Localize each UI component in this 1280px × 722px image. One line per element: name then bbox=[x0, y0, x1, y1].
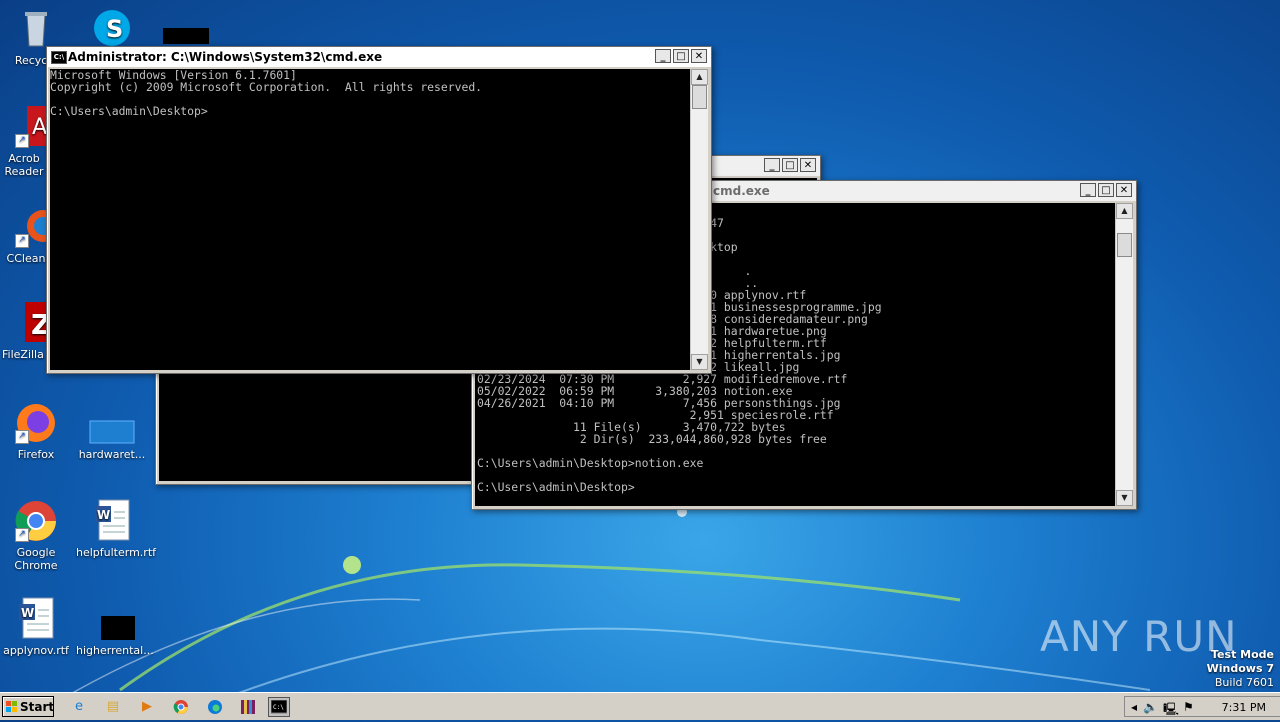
desktop-icon-chrome[interactable]: ↗ Google Chrome bbox=[0, 498, 72, 572]
console-output[interactable]: Microsoft Windows [Version 6.1.7601] Copy… bbox=[50, 69, 691, 370]
desktop-icon-label: Firefox bbox=[17, 448, 55, 461]
svg-text:A: A bbox=[32, 115, 47, 140]
minimize-button[interactable]: _ bbox=[655, 49, 671, 63]
shortcut-arrow-icon: ↗ bbox=[15, 134, 29, 148]
window-title: cmd.exe bbox=[713, 184, 770, 198]
console-line: Copyright (c) 2009 Microsoft Corporation… bbox=[50, 80, 483, 94]
media-player-icon[interactable]: ▶ bbox=[136, 697, 158, 717]
svg-text:C:\: C:\ bbox=[273, 704, 284, 711]
scroll-down-button[interactable]: ▼ bbox=[691, 354, 708, 370]
cmd-window-front[interactable]: C:\ Administrator: C:\Windows\System32\c… bbox=[46, 46, 712, 374]
desktop-icon-higherrentals[interactable]: higherrental... bbox=[76, 596, 154, 657]
desktop-icon-label: higherrental... bbox=[76, 644, 154, 657]
desktop-icon-label: Acrob Reader bbox=[4, 152, 44, 178]
edge-icon[interactable] bbox=[204, 697, 226, 717]
desktop-icon-firefox[interactable]: ↗ Firefox bbox=[0, 400, 72, 461]
explorer-icon[interactable]: ▤ bbox=[102, 697, 124, 717]
clock[interactable]: 7:31 PM bbox=[1222, 701, 1266, 714]
cmd-icon: C:\ bbox=[51, 51, 67, 64]
action-center-flag-icon[interactable]: ⚑ bbox=[1183, 700, 1194, 714]
shortcut-arrow-icon: ↗ bbox=[15, 528, 29, 542]
desktop-icon-hardwaretue[interactable]: hardwaret... bbox=[76, 400, 148, 461]
test-mode-label: Test Mode bbox=[1211, 648, 1274, 661]
scroll-thumb[interactable] bbox=[692, 85, 707, 109]
word-document-icon: W bbox=[13, 596, 59, 642]
image-file-icon bbox=[89, 596, 147, 642]
windows-version-label: Windows 7 bbox=[1206, 662, 1274, 675]
window-title: Administrator: C:\Windows\System32\cmd.e… bbox=[68, 50, 383, 64]
desktop-icon-helpfulterm[interactable]: W helpfulterm.rtf bbox=[76, 498, 157, 559]
close-button[interactable]: ✕ bbox=[800, 158, 816, 172]
taskbar: Start e ▤ ▶ C:\ ◂ 🔈 🖳 ⚑ 7:31 PM bbox=[0, 692, 1280, 720]
chrome-icon: ↗ bbox=[13, 498, 59, 544]
svg-text:S: S bbox=[106, 15, 123, 43]
word-document-icon: W bbox=[89, 498, 135, 544]
svg-text:W: W bbox=[21, 606, 34, 620]
desktop-icon-label: CClean bbox=[6, 252, 46, 265]
maximize-button[interactable]: □ bbox=[673, 49, 689, 63]
image-file-icon bbox=[89, 400, 135, 446]
console-line: C:\Users\admin\Desktop> bbox=[50, 104, 208, 118]
desktop-icon-applynov[interactable]: W applynov.rtf bbox=[0, 596, 72, 657]
ie-icon[interactable]: e bbox=[68, 697, 90, 717]
scroll-thumb[interactable] bbox=[1117, 233, 1132, 257]
vertical-scrollbar[interactable]: ▲ ▼ bbox=[690, 69, 708, 370]
chrome-icon[interactable] bbox=[170, 697, 192, 717]
volume-icon[interactable]: 🔈 bbox=[1143, 700, 1158, 714]
console-line: 2 Dir(s) 233,044,860,928 bytes free bbox=[477, 432, 827, 446]
desktop-icon-label: Google Chrome bbox=[14, 546, 58, 572]
window-controls: _ □ ✕ bbox=[764, 158, 816, 172]
start-label: Start bbox=[20, 700, 55, 714]
minimize-button[interactable]: _ bbox=[764, 158, 780, 172]
window-titlebar[interactable]: C:\ Administrator: C:\Windows\System32\c… bbox=[47, 47, 711, 67]
network-icon[interactable]: 🖳 bbox=[1163, 700, 1179, 721]
black-box-icon bbox=[163, 28, 209, 44]
console-line: C:\Users\admin\Desktop>notion.exe bbox=[477, 456, 704, 470]
cmd-icon[interactable]: C:\ bbox=[268, 697, 290, 717]
window-controls: _ □ ✕ bbox=[1080, 183, 1132, 197]
desktop-icon-label: FileZilla C bbox=[2, 348, 46, 361]
expand-tray-icon[interactable]: ◂ bbox=[1131, 700, 1137, 714]
shortcut-arrow-icon: ↗ bbox=[15, 430, 29, 444]
scroll-up-button[interactable]: ▲ bbox=[691, 69, 708, 85]
desktop-icon-label: helpfulterm.rtf bbox=[76, 546, 157, 559]
scroll-up-button[interactable]: ▲ bbox=[1116, 203, 1133, 219]
scroll-down-button[interactable]: ▼ bbox=[1116, 490, 1133, 506]
start-button[interactable]: Start bbox=[2, 696, 54, 717]
winrar-icon[interactable] bbox=[237, 697, 259, 717]
firefox-icon: ↗ bbox=[13, 400, 59, 446]
maximize-button[interactable]: □ bbox=[782, 158, 798, 172]
build-label: Build 7601 bbox=[1214, 676, 1274, 689]
close-button[interactable]: ✕ bbox=[691, 49, 707, 63]
console-line: C:\Users\admin\Desktop> bbox=[477, 480, 635, 494]
desktop-icon-label: hardwaret... bbox=[78, 448, 146, 461]
svg-text:W: W bbox=[97, 508, 110, 522]
desktop-icon-label: applynov.rtf bbox=[3, 644, 69, 657]
shortcut-arrow-icon: ↗ bbox=[15, 234, 29, 248]
window-controls: _ □ ✕ bbox=[655, 49, 707, 63]
os-build-info: Test Mode Windows 7 Build 7601 bbox=[1207, 648, 1274, 690]
close-button[interactable]: ✕ bbox=[1116, 183, 1132, 197]
system-tray: ◂ 🔈 🖳 ⚑ 7:31 PM bbox=[1124, 696, 1280, 717]
minimize-button[interactable]: _ bbox=[1080, 183, 1096, 197]
windows-flag-icon bbox=[6, 701, 17, 712]
maximize-button[interactable]: □ bbox=[1098, 183, 1114, 197]
vertical-scrollbar[interactable]: ▲ ▼ bbox=[1115, 203, 1133, 506]
